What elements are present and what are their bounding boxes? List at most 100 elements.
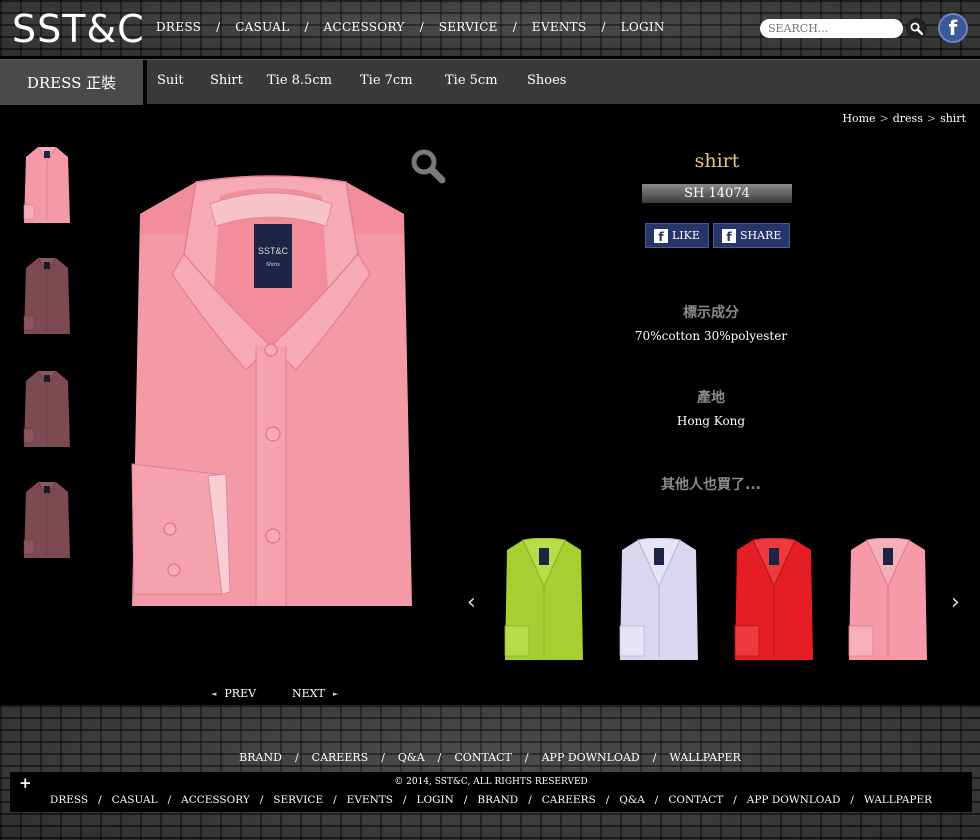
footer-separator: / — [528, 794, 532, 806]
subnav-item-tie-7[interactable]: Tie 7cm — [360, 73, 413, 88]
breadcrumb-shirt: shirt — [940, 112, 966, 125]
breadcrumb-separator: > — [926, 112, 937, 125]
divider — [143, 60, 147, 105]
top-nav-dress[interactable]: DRESS — [156, 20, 201, 34]
footer-link-contact[interactable]: CONTACT — [454, 751, 512, 764]
product-image[interactable]: SST&C Shirts — [126, 174, 416, 614]
breadcrumb-dress[interactable]: dress — [893, 112, 923, 125]
origin-label: 產地 — [697, 390, 725, 406]
shirt-label-brand: SST&C — [258, 246, 289, 256]
footer-nav-casual[interactable]: CASUAL — [112, 794, 158, 806]
footer-separator: / — [463, 794, 468, 806]
thumbnail-4[interactable] — [20, 478, 74, 560]
nav-separator: / — [216, 20, 221, 34]
facebook-icon: f — [722, 228, 736, 243]
next-label: NEXT — [292, 687, 325, 700]
footer-separator: / — [402, 794, 407, 806]
facebook-icon: f — [654, 228, 668, 243]
footer-separator: / — [437, 751, 442, 764]
search-button[interactable] — [906, 18, 927, 39]
subnav-item-suit[interactable]: Suit — [157, 73, 184, 88]
related-product-pink[interactable] — [847, 538, 929, 662]
composition-label: 標示成分 — [683, 305, 739, 321]
copyright: © 2014, SST&C, ALL RIGHTS RESERVED — [394, 777, 588, 787]
facebook-share-button[interactable]: f SHARE — [713, 223, 791, 248]
footer-separator: / — [167, 794, 172, 806]
footer-separator: / — [605, 794, 610, 806]
next-button[interactable]: NEXT ► — [292, 687, 338, 700]
footer-separator: / — [259, 794, 264, 806]
thumbnail-1[interactable] — [20, 143, 74, 225]
footer-link-careers[interactable]: CAREERS — [312, 751, 369, 764]
header: SST&C DRESS / CASUAL / ACCESSORY / SERVI… — [0, 0, 980, 56]
prev-label: PREV — [224, 687, 257, 700]
subnav-item-tie-8-5[interactable]: Tie 8.5cm — [267, 73, 332, 88]
top-nav-accessory[interactable]: ACCESSORY — [324, 20, 405, 34]
shirt-label-sub: Shirts — [266, 262, 281, 268]
top-nav-service[interactable]: SERVICE — [439, 20, 498, 34]
footer-link-app-download[interactable]: APP DOWNLOAD — [542, 751, 640, 764]
facebook-icon[interactable]: f — [938, 13, 968, 43]
footer-nav-contact[interactable]: CONTACT — [668, 794, 723, 806]
subnav-item-shoes[interactable]: Shoes — [527, 73, 566, 88]
search-icon — [910, 22, 923, 35]
footer-link-wallpaper[interactable]: WALLPAPER — [669, 751, 740, 764]
zoom-icon[interactable] — [409, 147, 447, 185]
footer-nav-careers[interactable]: CAREERS — [542, 794, 596, 806]
product-name: shirt — [694, 150, 740, 172]
footer-nav-dress[interactable]: DRESS — [50, 794, 88, 806]
footer-nav-wallpaper[interactable]: WALLPAPER — [864, 794, 932, 806]
search-input[interactable] — [760, 19, 903, 38]
related-title: 其他人也買了... — [661, 477, 761, 493]
footer-nav-app-download[interactable]: APP DOWNLOAD — [747, 794, 841, 806]
composition-value: 70%cotton 30%polyester — [634, 329, 788, 343]
related-product-green[interactable] — [503, 538, 585, 662]
prev-button[interactable]: ◄ PREV — [211, 687, 256, 700]
footer-nav-service[interactable]: SERVICE — [273, 794, 323, 806]
related-product-red[interactable] — [733, 538, 815, 662]
nav-separator: / — [601, 20, 606, 34]
nav-separator: / — [512, 20, 517, 34]
footer-nav-brand[interactable]: BRAND — [477, 794, 518, 806]
footer-nav-login[interactable]: LOGIN — [417, 794, 454, 806]
share-label: SHARE — [740, 229, 782, 242]
breadcrumb-home[interactable]: Home — [842, 112, 875, 125]
top-nav-events[interactable]: EVENTS — [532, 20, 587, 34]
footer-link-brand[interactable]: BRAND — [239, 751, 282, 764]
top-nav: DRESS / CASUAL / ACCESSORY / SERVICE / E… — [156, 20, 665, 34]
related-product-lavender[interactable] — [618, 538, 700, 662]
top-nav-login[interactable]: LOGIN — [621, 20, 665, 34]
category-subnav: DRESS 正裝 Suit Shirt Tie 8.5cm Tie 7cm Ti… — [0, 59, 980, 105]
footer-bar: + © 2014, SST&C, ALL RIGHTS RESERVED DRE… — [10, 772, 972, 812]
footer-nav-qa[interactable]: Q&A — [619, 794, 645, 806]
product-code: SH 14074 — [642, 184, 792, 203]
footer-separator: / — [98, 794, 102, 806]
footer-separator: / — [733, 794, 737, 806]
footer-separator: / — [294, 751, 299, 764]
breadcrumb-separator: > — [879, 112, 889, 125]
facebook-like-button[interactable]: f LIKE — [645, 223, 709, 248]
carousel-prev-button[interactable]: ‹ — [467, 590, 476, 615]
thumbnail-2[interactable] — [20, 254, 74, 336]
top-nav-casual[interactable]: CASUAL — [235, 20, 289, 34]
left-arrow-icon: ◄ — [211, 689, 217, 698]
logo[interactable]: SST&C — [12, 7, 145, 51]
subnav-item-shirt[interactable]: Shirt — [210, 73, 243, 88]
footer-nav-events[interactable]: EVENTS — [347, 794, 393, 806]
footer-nav-accessory[interactable]: ACCESSORY — [181, 794, 250, 806]
footer-separator: / — [524, 751, 529, 764]
thumbnail-3[interactable] — [20, 367, 74, 449]
footer-separator: / — [652, 751, 657, 764]
footer-separator: / — [850, 794, 854, 806]
like-label: LIKE — [672, 229, 700, 242]
nav-separator: / — [304, 20, 309, 34]
subnav-item-tie-5[interactable]: Tie 5cm — [445, 73, 498, 88]
footer-nav: DRESS / CASUAL / ACCESSORY / SERVICE / EVENTS / LO… — [10, 794, 972, 806]
footer-separator: / — [654, 794, 659, 806]
footer-link-qa[interactable]: Q&A — [398, 751, 425, 764]
footer-separator: / — [333, 794, 337, 806]
carousel-next-button[interactable]: › — [951, 590, 960, 615]
footer-separator: / — [381, 751, 385, 764]
category-title: DRESS 正裝 — [0, 60, 143, 105]
breadcrumb: Home > dress > shirt — [842, 112, 966, 125]
